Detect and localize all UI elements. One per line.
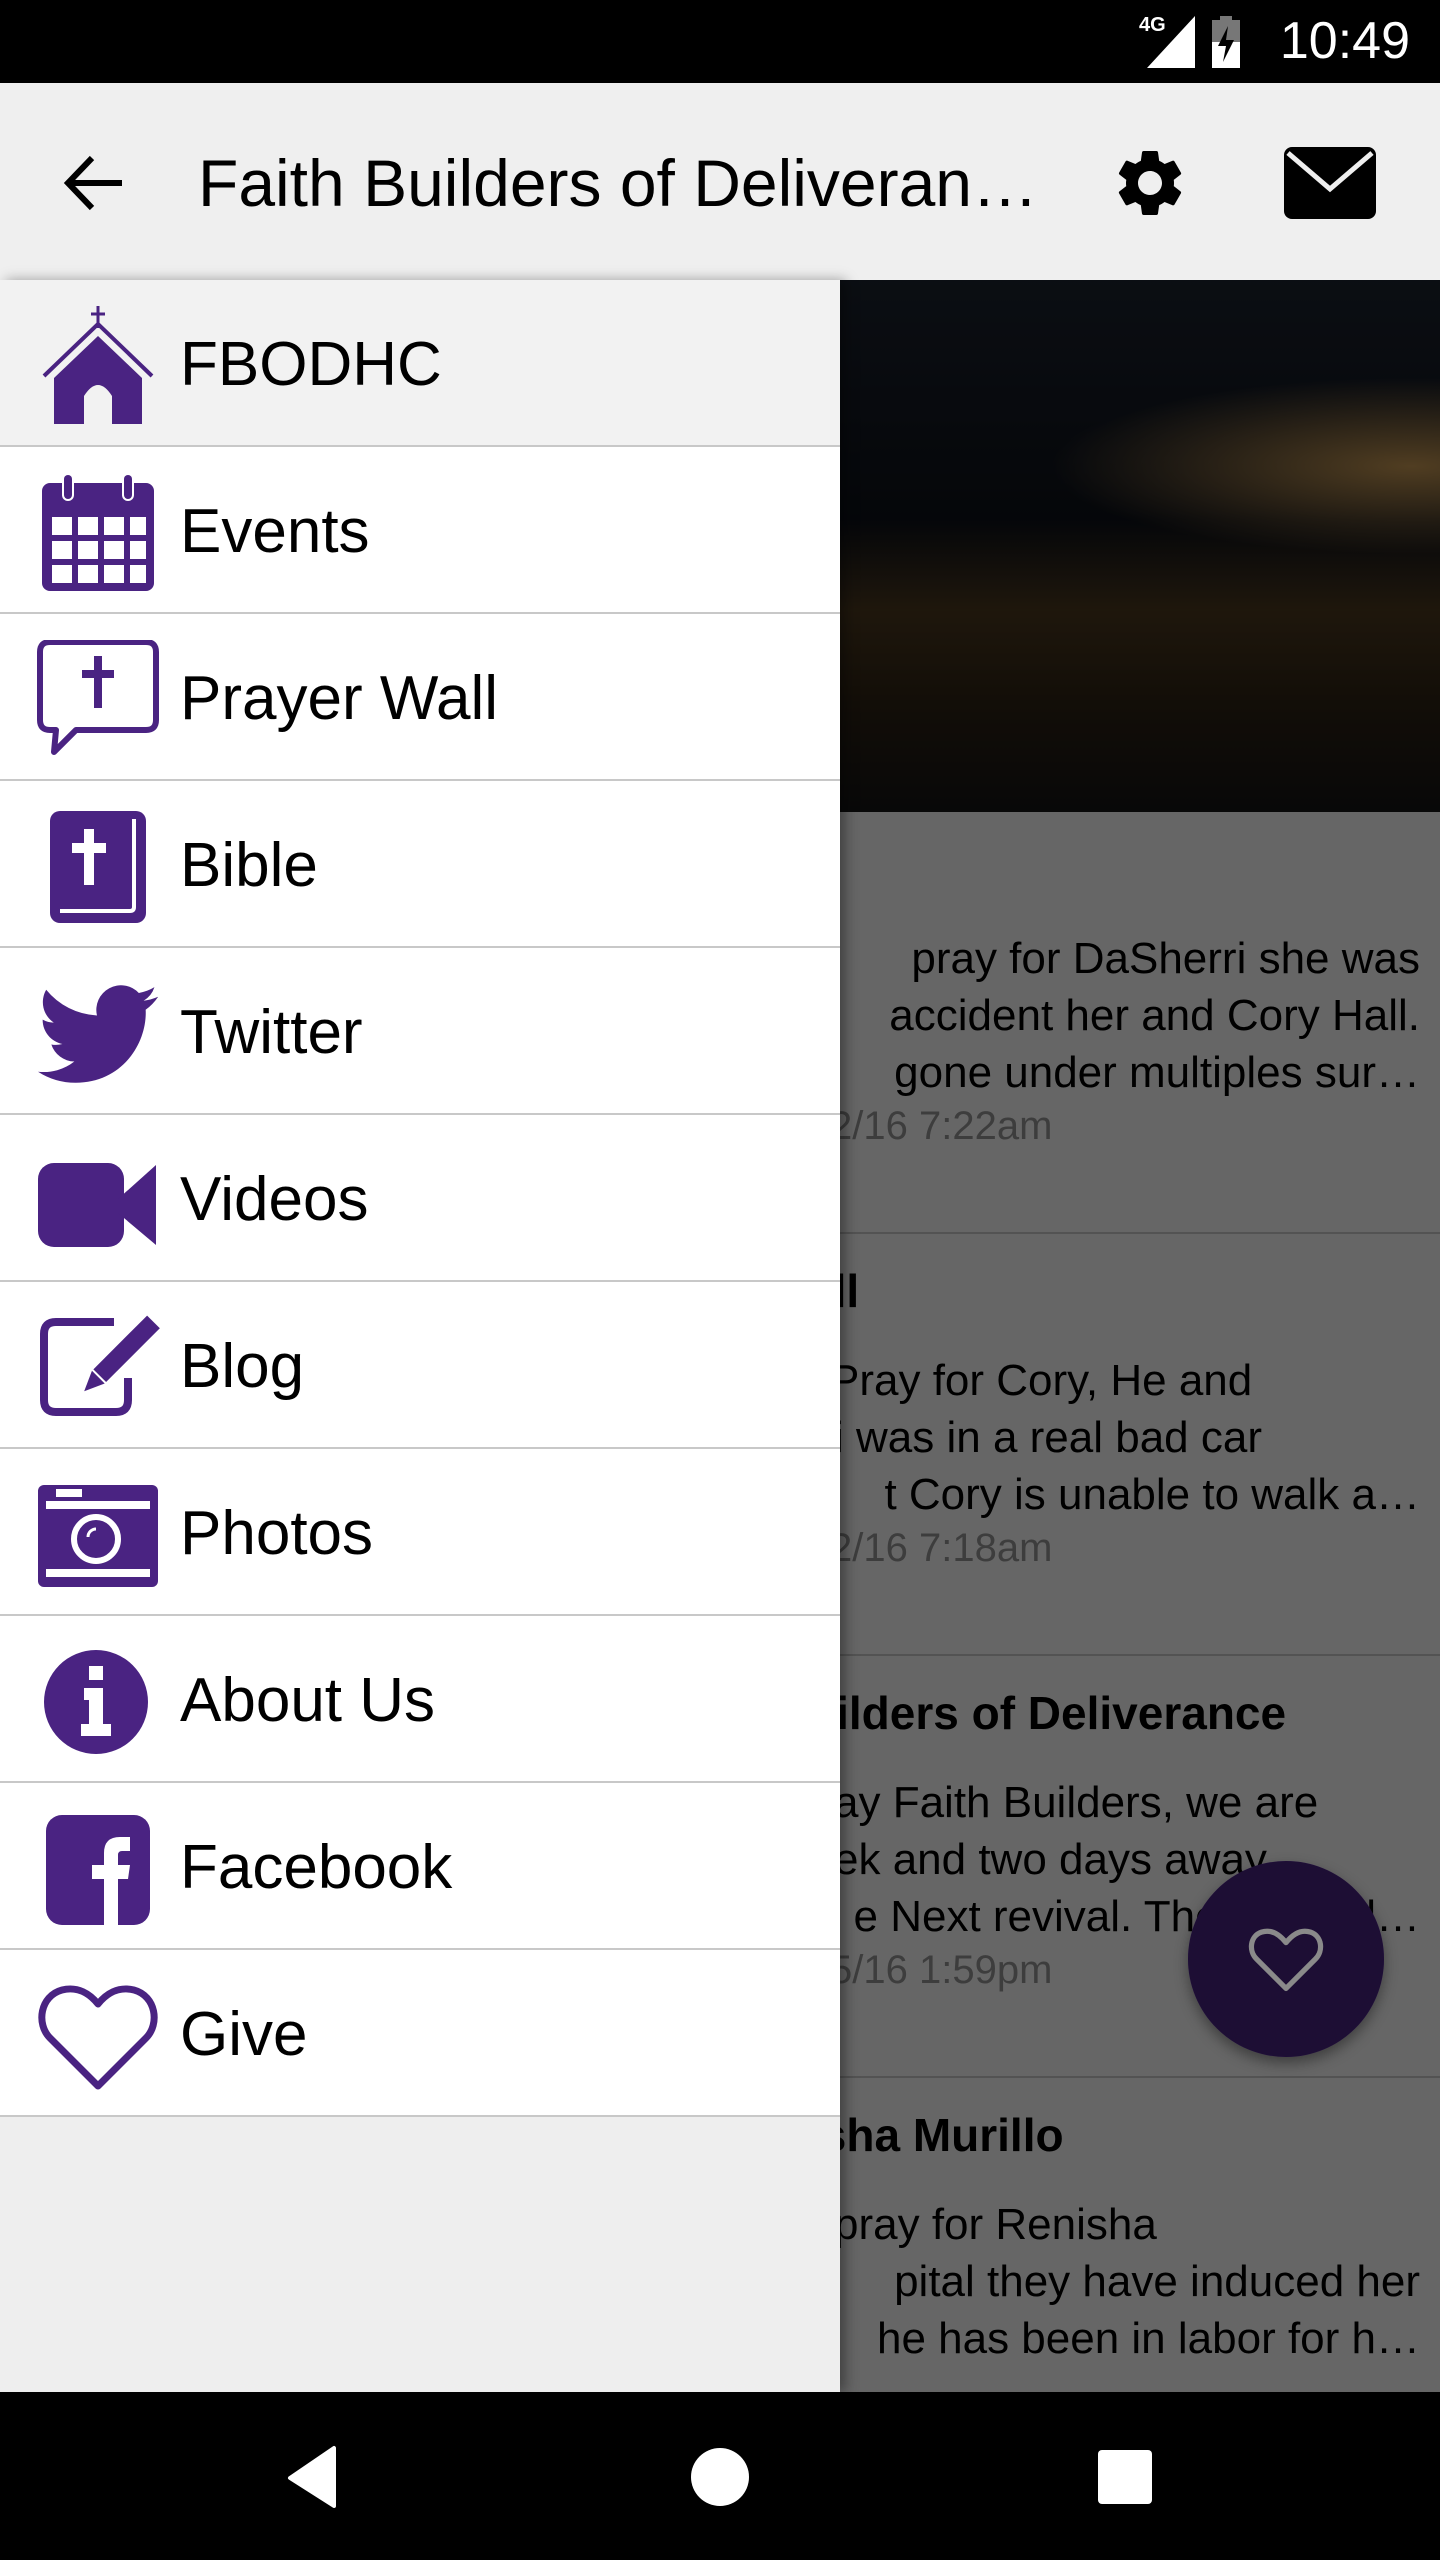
drawer-item-prayer-wall[interactable]: Prayer Wall: [0, 614, 840, 781]
drawer-item-label: Videos: [180, 1165, 369, 1234]
status-time: 10:49: [1279, 12, 1410, 70]
drawer-item-give[interactable]: Give: [0, 1950, 840, 2117]
signal-icon: 4G: [1139, 14, 1195, 68]
give-fab-button[interactable]: [1188, 1861, 1384, 2057]
drawer-item-facebook[interactable]: Facebook: [0, 1783, 840, 1950]
drawer-item-label: Bible: [180, 831, 318, 900]
video-camera-icon: [38, 1163, 156, 1247]
battery-charging-icon: [1212, 16, 1240, 68]
envelope-icon: [1284, 147, 1376, 219]
drawer-item-twitter[interactable]: Twitter: [0, 948, 840, 1115]
church-icon: [42, 306, 154, 424]
drawer-item-videos[interactable]: Videos: [0, 1115, 840, 1282]
status-bar: 4G 10:49: [0, 0, 1440, 83]
recents-square-icon[interactable]: [1090, 2442, 1160, 2512]
arrow-left-icon: [63, 155, 122, 211]
drawer-item-about-us[interactable]: About Us: [0, 1616, 840, 1783]
app-bar: Faith Builders of Deliveran…: [0, 83, 1440, 280]
drawer-item-photos[interactable]: Photos: [0, 1449, 840, 1616]
camera-icon: [38, 1485, 158, 1587]
bible-icon: [50, 811, 146, 923]
edit-icon: [40, 1315, 160, 1416]
drawer-item-fbodhc[interactable]: FBODHC: [0, 280, 840, 447]
drawer-item-label: Give: [180, 2000, 308, 2069]
settings-button[interactable]: [1110, 143, 1190, 223]
calendar-icon: [42, 473, 154, 591]
home-circle-icon[interactable]: [685, 2442, 755, 2512]
info-icon: [44, 1650, 148, 1754]
drawer-item-label: FBODHC: [180, 330, 442, 399]
drawer-item-label: Twitter: [180, 998, 363, 1067]
system-nav-bar: [0, 2392, 1440, 2560]
messages-button[interactable]: [1282, 145, 1378, 221]
drawer-item-label: Blog: [180, 1332, 305, 1401]
drawer-item-blog[interactable]: Blog: [0, 1282, 840, 1449]
twitter-icon: [38, 985, 158, 1083]
back-button[interactable]: [60, 148, 130, 218]
prayer-bubble-icon: [37, 640, 159, 755]
gear-icon: [1118, 150, 1182, 215]
drawer-item-label: About Us: [180, 1666, 436, 1735]
drawer-item-bible[interactable]: Bible: [0, 781, 840, 948]
network-type: 4G: [1139, 14, 1166, 36]
drawer-item-label: Facebook: [180, 1833, 453, 1902]
drawer-item-label: Photos: [180, 1499, 374, 1568]
drawer-item-events[interactable]: Events: [0, 447, 840, 614]
drawer-item-label: Events: [180, 497, 370, 566]
back-triangle-icon[interactable]: [282, 2442, 352, 2512]
drawer-item-label: Prayer Wall: [180, 664, 499, 733]
heart-icon: [38, 1985, 158, 2090]
navigation-drawer: FBODHC Events Prayer Wall Bible Twitter …: [0, 280, 840, 2392]
facebook-icon: [46, 1815, 150, 1925]
page-title: Faith Builders of Deliveran…: [198, 146, 1039, 220]
heart-icon: [1248, 1928, 1324, 1992]
